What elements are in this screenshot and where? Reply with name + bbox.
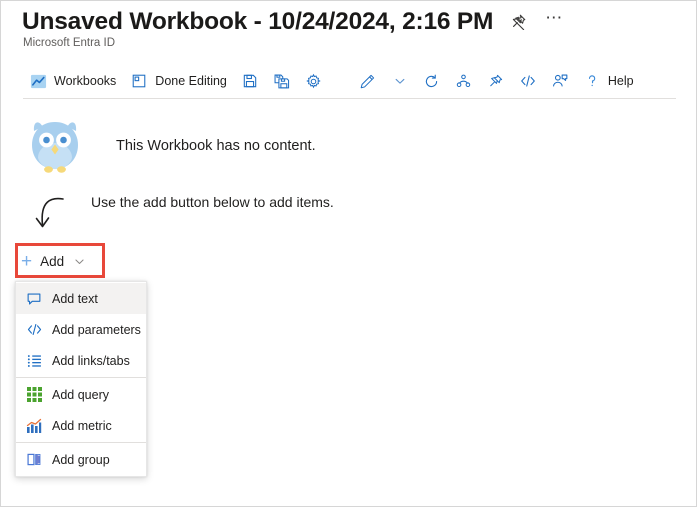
- toolbar-settings[interactable]: [299, 66, 329, 96]
- toolbar-edit[interactable]: [353, 66, 383, 96]
- menu-divider-2: [16, 442, 146, 443]
- toolbar-pin[interactable]: [481, 66, 511, 96]
- toolbar-save[interactable]: [235, 66, 265, 96]
- toolbar-done-editing[interactable]: Done Editing: [124, 66, 233, 96]
- menu-item-add-query-label: Add query: [52, 387, 109, 402]
- title-row: Unsaved Workbook - 10/24/2024, 2:16 PM ⋯: [22, 7, 565, 36]
- toolbar-edit-chevron[interactable]: [385, 66, 415, 96]
- hint-row: Use the add button below to add items.: [27, 191, 334, 236]
- pencil-edit-icon: [359, 72, 377, 90]
- metric-chart-icon: [25, 417, 43, 435]
- menu-item-add-text[interactable]: Add text: [16, 283, 146, 314]
- workbooks-chart-icon: [29, 72, 47, 90]
- grid-icon: [25, 386, 43, 404]
- menu-item-add-parameters[interactable]: Add parameters: [16, 314, 146, 345]
- curved-down-arrow-icon: [27, 191, 73, 236]
- refresh-icon: [423, 72, 441, 90]
- done-editing-icon: [130, 72, 148, 90]
- menu-item-add-metric[interactable]: Add metric: [16, 410, 146, 441]
- owl-illustration: [27, 116, 83, 176]
- speech-bubble-icon: [25, 290, 43, 308]
- toolbar-done-editing-label: Done Editing: [155, 74, 227, 88]
- toolbar-help-label: Help: [607, 74, 634, 88]
- page-subtitle: Microsoft Entra ID: [23, 37, 116, 49]
- plus-icon: +: [21, 250, 33, 272]
- page-title: Unsaved Workbook - 10/24/2024, 2:16 PM: [22, 7, 494, 35]
- menu-item-add-links-tabs[interactable]: Add links/tabs: [16, 345, 146, 376]
- toolbar-save-as[interactable]: [267, 66, 297, 96]
- list-icon: [25, 352, 43, 370]
- menu-divider-1: [16, 377, 146, 378]
- toolbar-refresh[interactable]: [417, 66, 447, 96]
- more-options-icon[interactable]: ⋯: [543, 7, 565, 36]
- save-icon: [241, 72, 259, 90]
- group-box-icon: [25, 451, 43, 469]
- chevron-down-icon: [391, 72, 409, 90]
- toolbar-workbooks-label: Workbooks: [54, 74, 117, 88]
- pin-icon[interactable]: [507, 11, 529, 33]
- toolbar: Workbooks Done Editing Help: [1, 63, 696, 99]
- code-icon: [25, 321, 43, 339]
- add-menu: Add text Add parameters Add links/tabs A…: [15, 281, 147, 477]
- add-button-label: Add: [40, 253, 65, 269]
- share-icon: [455, 72, 473, 90]
- toolbar-feedback[interactable]: [545, 66, 575, 96]
- toolbar-share[interactable]: [449, 66, 479, 96]
- menu-item-add-group-label: Add group: [52, 452, 110, 467]
- menu-item-add-links-tabs-label: Add links/tabs: [52, 353, 130, 368]
- code-icon: [519, 72, 537, 90]
- toolbar-help[interactable]: Help: [577, 66, 640, 96]
- menu-item-add-group[interactable]: Add group: [16, 444, 146, 475]
- empty-state-message: This Workbook has no content.: [116, 138, 316, 154]
- pin-icon: [487, 72, 505, 90]
- toolbar-divider: [23, 98, 676, 99]
- menu-item-add-text-label: Add text: [52, 291, 98, 306]
- workbook-window: Unsaved Workbook - 10/24/2024, 2:16 PM ⋯…: [0, 0, 697, 507]
- chevron-down-icon: [73, 255, 86, 268]
- menu-item-add-query[interactable]: Add query: [16, 379, 146, 410]
- save-as-icon: [273, 72, 291, 90]
- empty-state-row: This Workbook has no content.: [27, 116, 316, 176]
- menu-item-add-metric-label: Add metric: [52, 418, 112, 433]
- hint-text: Use the add button below to add items.: [91, 194, 334, 210]
- add-button[interactable]: + Add: [21, 249, 86, 273]
- menu-item-add-parameters-label: Add parameters: [52, 322, 141, 337]
- page-header: Unsaved Workbook - 10/24/2024, 2:16 PM ⋯…: [1, 1, 696, 61]
- toolbar-workbooks[interactable]: Workbooks: [23, 66, 122, 96]
- toolbar-code[interactable]: [513, 66, 543, 96]
- gear-icon: [305, 72, 323, 90]
- question-mark-icon: [583, 72, 601, 90]
- feedback-person-icon: [551, 72, 569, 90]
